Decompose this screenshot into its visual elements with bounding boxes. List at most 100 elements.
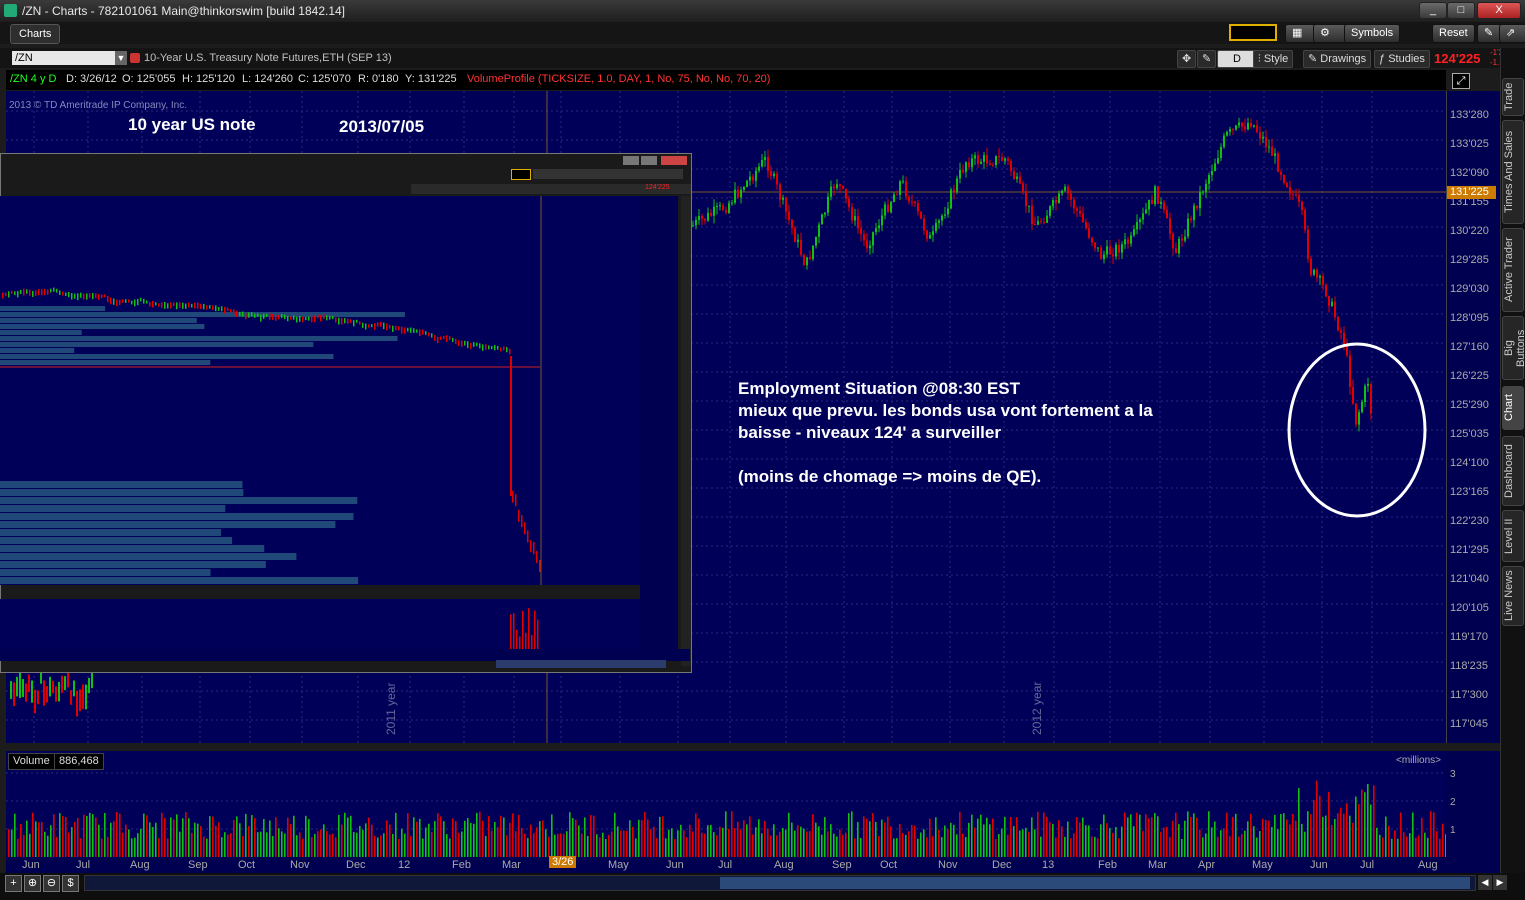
volume-bar (146, 815, 148, 857)
maximize-button[interactable]: □ (1447, 2, 1475, 19)
candle-body (959, 169, 961, 179)
volume-bar (1424, 832, 1426, 857)
link-selector[interactable] (1229, 24, 1277, 41)
volume-bar (728, 828, 730, 857)
symbol-link-icon[interactable] (130, 53, 140, 63)
candle-body (767, 156, 769, 171)
side-tab-live-news[interactable]: Live News (1502, 566, 1524, 626)
volume-bar (899, 824, 901, 857)
candle-body (740, 189, 742, 198)
volume-bar (821, 834, 823, 857)
candle-body (287, 315, 289, 322)
volume-bar (404, 833, 406, 857)
inset-link-icon (511, 169, 531, 180)
study-label[interactable]: VolumeProfile (TICKSIZE, 1.0, DAY, 1, No… (467, 73, 770, 85)
price-axis-label: 133'025 (1450, 138, 1489, 150)
candle-body (755, 170, 757, 181)
volume-bar (1109, 827, 1111, 857)
dollar-icon[interactable]: $ (62, 875, 79, 892)
scroll-left-icon[interactable]: ◀ (1478, 875, 1492, 890)
zoom-in-icon[interactable]: + (5, 875, 22, 892)
volume-bar (182, 818, 184, 857)
volume-bar (608, 834, 610, 857)
volume-bar (521, 828, 523, 857)
volume-bar (242, 836, 244, 857)
volume-bar (1271, 827, 1273, 857)
candle-body (380, 321, 382, 327)
chart-title-note: 10 year US note (128, 115, 256, 134)
volume-bar (278, 828, 280, 857)
close-button[interactable]: X (1477, 2, 1521, 19)
volume-bar (410, 836, 412, 857)
side-tab-dashboard[interactable]: Dashboard (1502, 436, 1524, 506)
candle-body (1259, 131, 1261, 139)
candle-body (1322, 276, 1324, 285)
magnifier-icon[interactable]: ⊕ (24, 875, 41, 892)
candle-body (1151, 199, 1153, 205)
drawings-button[interactable]: ✎ Drawings (1303, 50, 1372, 68)
side-tab-times-and-sales[interactable]: Times And Sales (1502, 120, 1524, 224)
volume-bar (41, 821, 43, 857)
volume-bar (104, 813, 106, 857)
volume-bar (512, 813, 514, 857)
date-axis[interactable] (6, 857, 1500, 873)
period-button[interactable]: D (1217, 50, 1257, 68)
volume-bar (449, 838, 451, 857)
volume-bar (827, 831, 829, 857)
volume-bar (1139, 814, 1141, 857)
crosshair-icon[interactable]: ✥ (1177, 50, 1197, 68)
side-tab-trade[interactable]: Trade (1502, 78, 1524, 116)
candle-body (1010, 160, 1012, 172)
aggregation-label[interactable]: /ZN 4 y D (10, 73, 56, 85)
time-scrollbar[interactable] (84, 875, 1476, 891)
price-axis-label: 129'285 (1450, 254, 1489, 266)
volume-pane[interactable] (6, 751, 1446, 857)
candle-body (887, 204, 889, 213)
price-axis-label: 122'230 (1450, 515, 1489, 527)
pencil-icon[interactable]: ✎ (1197, 50, 1217, 68)
candle-body (704, 218, 706, 221)
symbol-dropdown-icon[interactable]: ▼ (115, 51, 127, 65)
symbol-input[interactable]: /ZN (12, 51, 124, 65)
candle-body (1067, 186, 1069, 194)
zoom-out-icon[interactable]: ⊖ (43, 875, 60, 892)
candle-body (944, 214, 946, 216)
volume-bar (887, 816, 889, 857)
symbols-button[interactable]: Symbols (1344, 24, 1401, 43)
candle-body (896, 194, 898, 196)
candle-body (854, 216, 856, 221)
candle-body (509, 348, 511, 355)
volume-bar (1061, 826, 1063, 857)
candle-body (1289, 187, 1291, 194)
volume-bar (131, 838, 133, 857)
candle-body (1007, 158, 1009, 161)
detach-icon[interactable]: ⇗ (1499, 24, 1525, 43)
scroll-right-icon[interactable]: ▶ (1493, 875, 1507, 890)
side-tab-big-buttons[interactable]: Big Buttons (1502, 316, 1525, 380)
studies-button[interactable]: ƒ Studies (1374, 50, 1430, 68)
chart-settings-icon[interactable]: ⤢ (1452, 73, 1470, 89)
minimize-button[interactable]: _ (1419, 2, 1447, 19)
side-tab-active-trader[interactable]: Active Trader (1502, 228, 1524, 312)
volume-bar (686, 837, 688, 857)
style-button[interactable]: ⫶ Style (1253, 50, 1294, 68)
volume-bar (980, 814, 982, 857)
volume-bar (629, 820, 631, 857)
volume-bar (1175, 812, 1177, 857)
volume-bar (1259, 831, 1261, 857)
candle-body (1286, 182, 1288, 188)
side-tab-chart[interactable]: Chart (1502, 386, 1524, 430)
volume-bar (1157, 816, 1159, 857)
reset-button[interactable]: Reset (1432, 24, 1475, 43)
side-tab-level-ii[interactable]: Level II (1502, 510, 1524, 562)
candle-body (941, 215, 943, 221)
scrollbar-thumb[interactable] (720, 877, 1470, 889)
tab-charts[interactable]: Charts (10, 24, 61, 44)
bar-date: D: 3/26/12 (66, 73, 117, 85)
volume-bar (542, 820, 544, 857)
candle-body (323, 314, 325, 320)
volume-bar (230, 833, 232, 857)
candle-body (1295, 194, 1297, 196)
volume-bar (389, 824, 391, 857)
volume-bar (1253, 826, 1255, 857)
